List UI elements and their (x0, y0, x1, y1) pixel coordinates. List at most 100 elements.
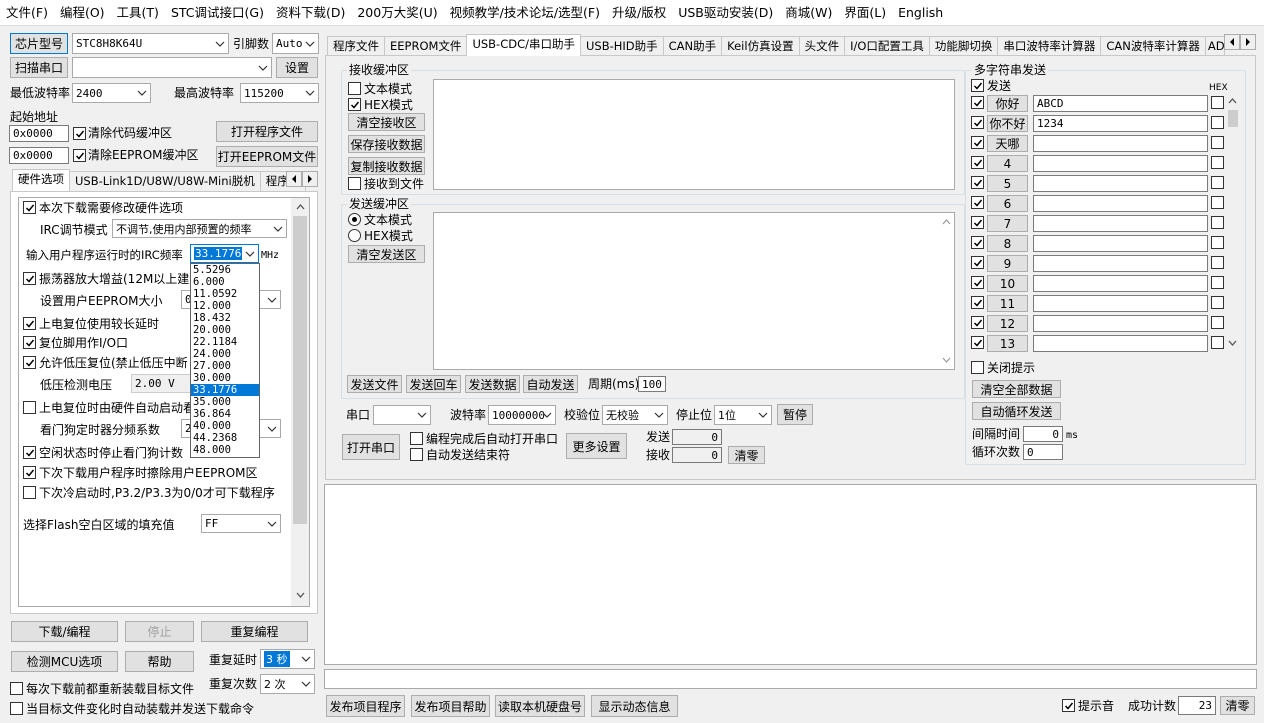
tab-7[interactable]: I/O口配置工具 (844, 36, 930, 56)
loop-count-input[interactable]: 0 (1023, 444, 1063, 460)
show-dynamic-info-button[interactable]: 显示动态信息 (591, 695, 678, 717)
menu-item[interactable]: USB驱动安装(D) (672, 0, 779, 25)
send-text-mode-radio[interactable] (348, 213, 361, 226)
tab-11[interactable]: ADC (1204, 36, 1225, 56)
receive-textarea[interactable] (433, 79, 955, 190)
send-hex-mode-radio[interactable] (348, 229, 361, 242)
menu-item[interactable]: 视频教学/技术论坛/选型(F) (444, 0, 606, 25)
help-button[interactable]: 帮助 (125, 651, 194, 672)
eeprom-address-input[interactable]: 0x0000 (9, 147, 69, 164)
tab-9[interactable]: 串口波特率计算器 (997, 36, 1102, 56)
auto-loop-send-button[interactable]: 自动循环发送 (972, 402, 1061, 420)
menu-item[interactable]: 资料下载(D) (270, 0, 351, 25)
menu-item[interactable]: 工具(T) (111, 0, 165, 25)
multi-row-hex-checkbox[interactable] (1211, 296, 1224, 309)
multi-row-input[interactable] (1033, 175, 1208, 192)
irc-mode-select[interactable]: 不调节,使用内部预置的频率 (112, 219, 287, 238)
parity-select[interactable]: 无校验 (602, 405, 668, 425)
tab-0[interactable]: 程序文件 (327, 36, 385, 56)
baud-select[interactable]: 10000000 (488, 405, 556, 425)
period-input[interactable]: 100 (638, 376, 666, 392)
multi-row-send-button[interactable]: 7 (987, 215, 1028, 232)
multi-row-hex-checkbox[interactable] (1211, 256, 1224, 269)
multi-send-all-checkbox[interactable] (971, 79, 984, 92)
multi-row-checkbox[interactable] (971, 216, 984, 229)
auto-end-char-checkbox[interactable] (410, 448, 423, 461)
tab-scroll-left-button[interactable] (286, 171, 302, 187)
output-log[interactable] (324, 484, 1257, 665)
multi-row-hex-checkbox[interactable] (1211, 216, 1224, 229)
multi-row-hex-checkbox[interactable] (1211, 116, 1224, 129)
frequency-option[interactable]: 44.2368 (191, 432, 259, 444)
frequency-option[interactable]: 33.1776 (191, 384, 259, 396)
save-receive-button[interactable]: 保存接收数据 (348, 135, 425, 153)
menu-item[interactable]: 200万大奖(U) (351, 0, 443, 25)
clear-receive-button[interactable]: 清空接收区 (348, 113, 425, 131)
clear-send-button[interactable]: 清空发送区 (348, 245, 425, 263)
multi-scroll-up-icon[interactable] (1226, 95, 1238, 107)
por-delay-checkbox[interactable] (23, 317, 36, 330)
irc-frequency-select[interactable]: 33.1776 (190, 244, 259, 263)
multi-row-input[interactable] (1033, 275, 1208, 292)
auto-reload-checkbox[interactable] (10, 702, 23, 715)
multi-row-checkbox[interactable] (971, 276, 984, 289)
tab-6[interactable]: 头文件 (798, 36, 846, 56)
scroll-down-arrow-icon[interactable] (291, 588, 309, 602)
tab-3[interactable]: USB-HID助手 (579, 36, 664, 56)
multi-row-hex-checkbox[interactable] (1211, 236, 1224, 249)
frequency-option[interactable]: 30.000 (191, 372, 259, 384)
settings-button[interactable]: 设置 (276, 57, 318, 78)
frequency-option[interactable]: 40.000 (191, 420, 259, 432)
multi-row-input[interactable] (1033, 235, 1208, 252)
lvr-checkbox[interactable] (23, 356, 36, 369)
multi-row-input[interactable] (1033, 315, 1208, 332)
clear-count-button[interactable]: 清零 (728, 446, 765, 464)
frequency-option[interactable]: 5.5296 (191, 264, 259, 276)
send-scroll-up-icon[interactable] (939, 216, 953, 228)
tab-hardware-options[interactable]: 硬件选项 (12, 169, 70, 191)
multi-row-send-button[interactable]: 6 (987, 195, 1028, 212)
multi-row-input[interactable] (1033, 155, 1208, 172)
multi-row-send-button[interactable]: 10 (987, 275, 1028, 292)
recv-text-mode-checkbox[interactable] (348, 82, 361, 95)
clear-success-button[interactable]: 清零 (1220, 696, 1255, 715)
multi-row-input[interactable]: ABCD (1033, 95, 1208, 112)
multi-row-input[interactable] (1033, 215, 1208, 232)
frequency-option[interactable]: 20.000 (191, 324, 259, 336)
pause-button[interactable]: 暂停 (777, 404, 813, 425)
send-textarea[interactable] (433, 212, 955, 370)
multi-scroll-thumb[interactable] (1228, 110, 1238, 127)
right-tab-scroll-right-button[interactable] (1240, 34, 1256, 50)
multi-row-send-button[interactable]: 4 (987, 155, 1028, 172)
multi-row-send-button[interactable]: 你好 (987, 95, 1028, 112)
frequency-option[interactable]: 18.432 (191, 312, 259, 324)
multi-row-input[interactable] (1033, 195, 1208, 212)
tab-usb-link[interactable]: USB-Link1D/U8W/U8W-Mini脱机 (69, 171, 261, 191)
menu-item[interactable]: 商城(W) (779, 0, 838, 25)
clear-all-data-button[interactable]: 清空全部数据 (972, 380, 1061, 398)
multi-row-checkbox[interactable] (971, 296, 984, 309)
multi-row-checkbox[interactable] (971, 156, 984, 169)
multi-row-checkbox[interactable] (971, 96, 984, 109)
repeat-delay-select[interactable]: 3 秒 (260, 649, 315, 669)
tone-checkbox[interactable] (1062, 699, 1075, 712)
tab-8[interactable]: 功能脚切换 (928, 36, 999, 56)
max-baud-select[interactable]: 115200 (240, 83, 319, 103)
osc-gain-checkbox[interactable] (23, 272, 36, 285)
send-file-button[interactable]: 发送文件 (347, 375, 402, 393)
stop-button[interactable]: 停止 (125, 621, 194, 642)
multi-row-send-button[interactable]: 你不好 (987, 115, 1028, 132)
multi-row-input[interactable] (1033, 295, 1208, 312)
clear-code-checkbox[interactable] (73, 127, 86, 140)
pin-count-select[interactable]: Auto (272, 33, 319, 54)
frequency-option[interactable]: 48.000 (191, 444, 259, 456)
multi-scroll-down-icon[interactable] (1226, 337, 1238, 349)
menu-item[interactable]: English (892, 0, 949, 25)
send-data-button[interactable]: 发送数据 (465, 375, 520, 393)
check-mcu-button[interactable]: 检测MCU选项 (11, 651, 118, 672)
multi-row-checkbox[interactable] (971, 136, 984, 149)
download-program-button[interactable]: 下载/编程 (11, 621, 118, 642)
multi-row-send-button[interactable]: 13 (987, 335, 1028, 352)
multi-row-checkbox[interactable] (971, 196, 984, 209)
publish-project-button[interactable]: 发布项目程序 (326, 695, 405, 717)
